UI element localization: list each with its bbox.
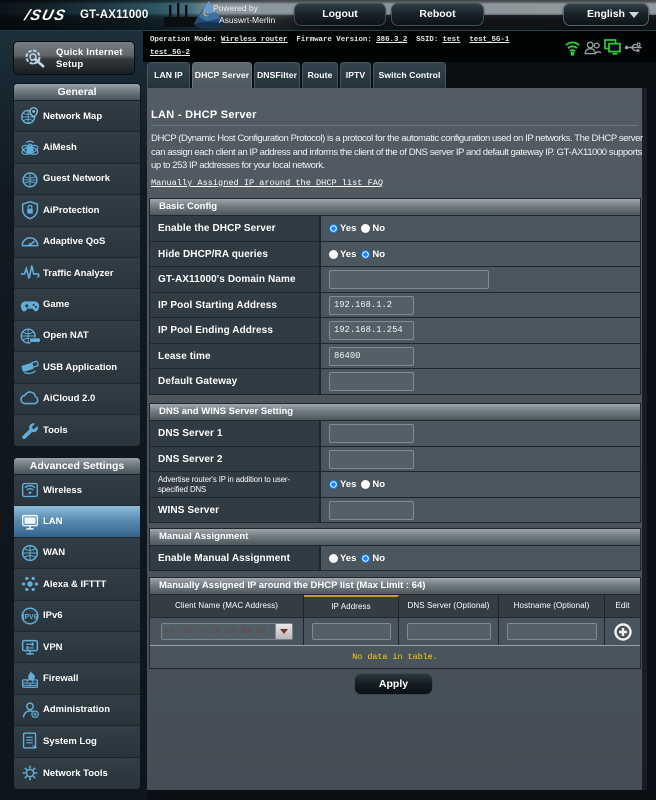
- svg-text:IPV6: IPV6: [23, 614, 38, 621]
